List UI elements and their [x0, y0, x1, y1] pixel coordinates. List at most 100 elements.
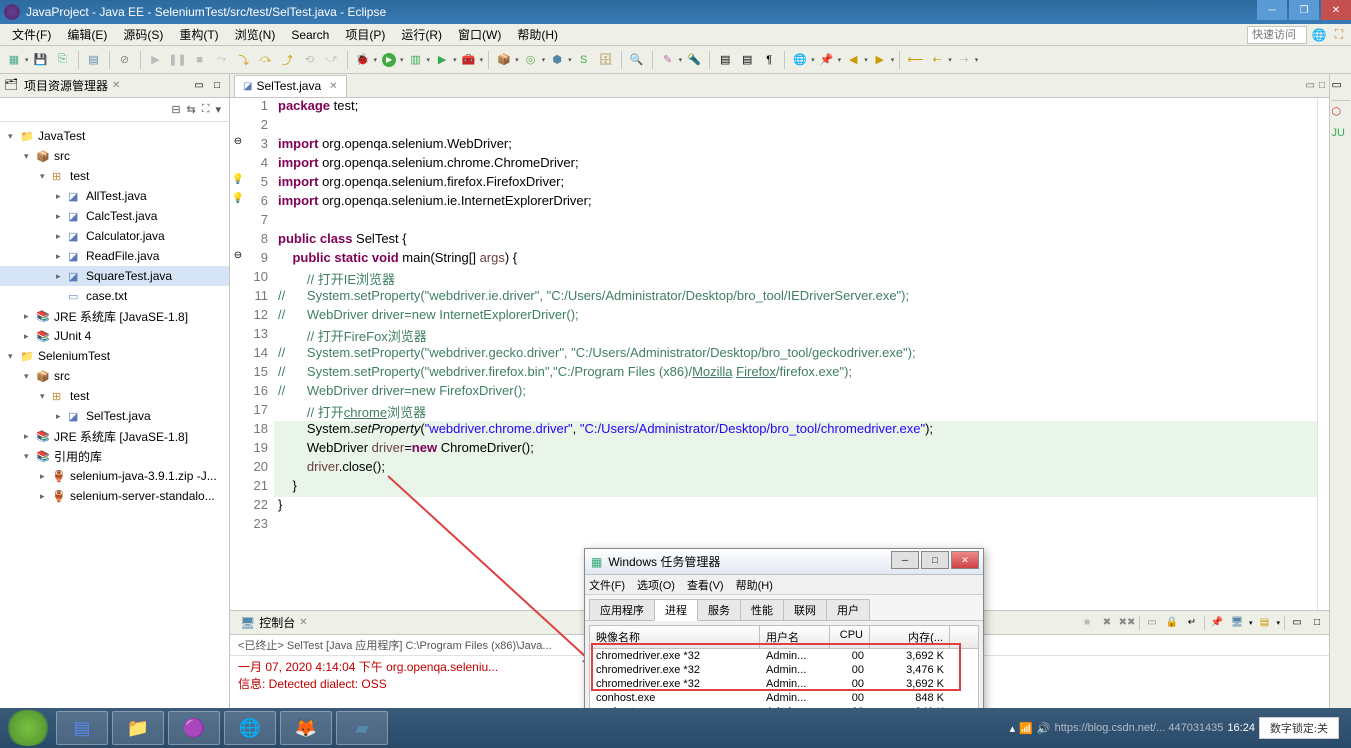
new-type-icon[interactable]: ◎	[521, 50, 541, 70]
tree-node[interactable]: ▸◪AllTest.java	[0, 186, 229, 206]
tree-node[interactable]: ▸📚JUnit 4	[0, 326, 229, 346]
tree-node[interactable]: ▸◪SelTest.java	[0, 406, 229, 426]
junit-icon[interactable]: JU	[1332, 127, 1350, 145]
quick-access-input[interactable]	[1247, 26, 1307, 44]
menu-item[interactable]: 编辑(E)	[59, 26, 115, 44]
tm-col-user[interactable]: 用户名	[760, 626, 830, 648]
tm-menu-item[interactable]: 选项(O)	[637, 577, 675, 593]
tm-menu-item[interactable]: 帮助(H)	[736, 577, 773, 593]
tree-node[interactable]: ▸🏺selenium-server-standalo...	[0, 486, 229, 506]
tm-menu-item[interactable]: 查看(V)	[687, 577, 724, 593]
focus-icon[interactable]: ⛶	[202, 103, 210, 116]
start-button[interactable]	[4, 710, 52, 746]
new-pkg-icon[interactable]: 📦	[494, 50, 514, 70]
taskbar-chrome[interactable]: 🌐	[224, 711, 276, 745]
tm-maximize-button[interactable]: □	[921, 551, 949, 569]
tm-tab[interactable]: 服务	[697, 599, 741, 620]
last-edit-icon[interactable]: ⟵	[905, 50, 925, 70]
taskbar-explorer[interactable]: 📁	[112, 711, 164, 745]
step-return-icon[interactable]: ⤴	[278, 50, 298, 70]
tm-process-row[interactable]: chromedriver.exe *32Admin...003,476 K	[590, 663, 978, 677]
tree-node[interactable]: ▾📚引用的库	[0, 446, 229, 466]
maximize-button[interactable]: ❐	[1289, 0, 1319, 20]
tm-menu-item[interactable]: 文件(F)	[589, 577, 625, 593]
new-icon[interactable]: ▦	[4, 50, 24, 70]
show-ws-icon[interactable]: ¶	[759, 50, 779, 70]
outline-icon[interactable]: ⬡	[1332, 105, 1350, 123]
tm-tab[interactable]: 性能	[740, 599, 784, 620]
coverage-icon[interactable]: ▥	[406, 50, 426, 70]
tree-node[interactable]: ▸📚JRE 系统库 [JavaSE-1.8]	[0, 306, 229, 326]
perspective-java-icon[interactable]: ⛶	[1331, 27, 1347, 43]
perspective-javaee-icon[interactable]: 🌐	[1311, 27, 1327, 43]
max-console-icon[interactable]: □	[1309, 615, 1325, 631]
tm-col-mem[interactable]: 内存(...	[870, 626, 950, 648]
tm-process-row[interactable]: conhost.exeAdmin...00848 K	[590, 691, 978, 705]
menu-item[interactable]: 源码(S)	[115, 26, 171, 44]
remove-all-icon[interactable]: ✖✖	[1119, 615, 1135, 631]
tm-tab[interactable]: 用户	[826, 599, 870, 620]
task-manager-window[interactable]: ▦ Windows 任务管理器 ─ □ ✕ 文件(F)选项(O)查看(V)帮助(…	[584, 548, 984, 725]
tree-node[interactable]: ▸◪SquareTest.java	[0, 266, 229, 286]
code-editor[interactable]: 1package test;2⊖3import org.openqa.selen…	[230, 98, 1317, 610]
save-all-icon[interactable]: ⎘	[53, 50, 73, 70]
tree-node[interactable]: ▾⊞test	[0, 166, 229, 186]
terminate-icon[interactable]: ■	[190, 50, 210, 70]
tree-node[interactable]: ▸◪Calculator.java	[0, 226, 229, 246]
suspend-icon[interactable]: ❚❚	[168, 50, 188, 70]
disconnect-icon[interactable]: ⤳	[212, 50, 232, 70]
taskbar-launcher[interactable]: ▤	[56, 711, 108, 745]
back-history-icon[interactable]: ⇠	[927, 50, 947, 70]
tm-tab[interactable]: 应用程序	[589, 599, 655, 620]
menu-item[interactable]: 帮助(H)	[509, 26, 566, 44]
remove-launch-icon[interactable]: ✖	[1099, 615, 1115, 631]
tray-clock[interactable]: 16:24	[1227, 722, 1255, 734]
tray-network-icon[interactable]: 📶	[1019, 722, 1033, 735]
resume-icon[interactable]: ▶	[146, 50, 166, 70]
menu-item[interactable]: 项目(P)	[337, 26, 393, 44]
skip-breakpoints-icon[interactable]: ⊘	[115, 50, 135, 70]
tm-tab[interactable]: 联网	[783, 599, 827, 620]
pin-console-icon[interactable]: 📌	[1209, 615, 1225, 631]
word-wrap-icon[interactable]: ↵	[1184, 615, 1200, 631]
open-console-icon[interactable]: ▤	[1256, 615, 1272, 631]
tray-volume-icon[interactable]: 🔊	[1037, 722, 1051, 735]
tree-node[interactable]: ▸🏺selenium-java-3.9.1.zip -J...	[0, 466, 229, 486]
tm-process-row[interactable]: chromedriver.exe *32Admin...003,692 K	[590, 649, 978, 663]
tree-node[interactable]: ▸◪CalcTest.java	[0, 206, 229, 226]
clear-console-icon[interactable]: ▭	[1144, 615, 1160, 631]
tm-close-button[interactable]: ✕	[951, 551, 979, 569]
open-task-icon[interactable]: ✎	[658, 50, 678, 70]
scroll-lock-icon[interactable]: 🔒	[1164, 615, 1180, 631]
terminate-console-icon[interactable]: ■	[1079, 615, 1095, 631]
nav-back-icon[interactable]: ◀	[843, 50, 863, 70]
new-jsp-icon[interactable]: ⬢	[547, 50, 567, 70]
new-ejb-icon[interactable]: 🗄	[596, 50, 616, 70]
taskbar-firefox[interactable]: 🦊	[280, 711, 332, 745]
menu-item[interactable]: 窗口(W)	[450, 26, 509, 44]
menu-item[interactable]: 重构(T)	[171, 26, 226, 44]
toggle-mark-icon[interactable]: ▤	[715, 50, 735, 70]
link-editor-icon[interactable]: ⇆	[187, 103, 196, 116]
menu-item[interactable]: 运行(R)	[393, 26, 450, 44]
tree-node[interactable]: ▾📁SeleniumTest	[0, 346, 229, 366]
maximize-view-icon[interactable]: □	[209, 78, 225, 94]
tm-col-name[interactable]: 映像名称	[590, 626, 760, 648]
taskbar-powershell[interactable]: ▰	[336, 711, 388, 745]
editor-tab-seltest[interactable]: ◪ SelTest.java ✕	[234, 75, 347, 97]
overview-ruler[interactable]	[1317, 98, 1329, 610]
debug-icon[interactable]: 🐞	[353, 50, 373, 70]
tree-node[interactable]: ▭case.txt	[0, 286, 229, 306]
new-servlet-icon[interactable]: S	[574, 50, 594, 70]
run-icon[interactable]: ▶	[379, 50, 399, 70]
toggle-block-icon[interactable]: ▤	[737, 50, 757, 70]
maximize-editor-icon[interactable]: □	[1319, 80, 1325, 91]
pin-icon[interactable]: 📌	[817, 50, 837, 70]
tree-node[interactable]: ▸📚JRE 系统库 [JavaSE-1.8]	[0, 426, 229, 446]
display-console-icon[interactable]: 🖥	[1229, 615, 1245, 631]
tray-expand-icon[interactable]: ▴	[1010, 722, 1016, 735]
collapse-all-icon[interactable]: ⊟	[171, 103, 180, 116]
minimize-button[interactable]: ─	[1257, 0, 1287, 20]
run-last-icon[interactable]: ▶	[432, 50, 452, 70]
min-icon[interactable]: ▭	[1332, 78, 1350, 96]
